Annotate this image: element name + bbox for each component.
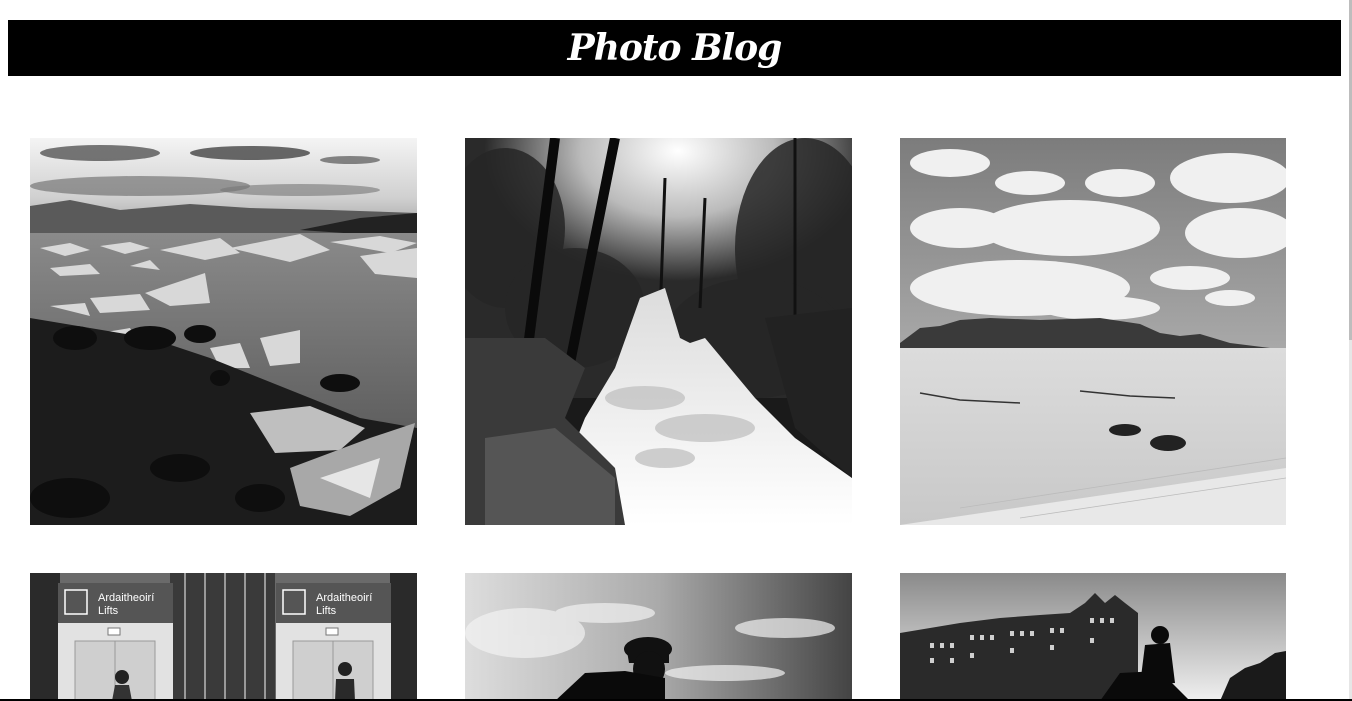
- lift-sign-english-right: Lifts: [316, 605, 337, 617]
- desert-dunes-image: [900, 138, 1286, 525]
- lift-sign-english-left: Lifts: [98, 605, 119, 617]
- site-title: Photo Blog: [567, 27, 783, 69]
- cyclist-sky-image: [465, 573, 852, 701]
- lift-sign-irish-left: Ardaitheoirí: [98, 592, 154, 604]
- photo-airport-lifts[interactable]: Ardaitheoirí Lifts Ardaitheoirí Lifts: [30, 573, 417, 701]
- forest-waterfall-image: [465, 138, 852, 525]
- photo-desert-dunes[interactable]: [900, 138, 1286, 525]
- photo-cyclist-building[interactable]: [900, 573, 1286, 701]
- site-header: Photo Blog: [8, 20, 1341, 76]
- glacier-lagoon-image: [30, 138, 417, 525]
- lift-sign-irish-right: Ardaitheoirí: [316, 592, 372, 604]
- airport-lifts-image: Ardaitheoirí Lifts Ardaitheoirí Lifts: [30, 573, 417, 701]
- page: Photo Blog Ardaitheoirí Lifts Ardaitheoi…: [0, 0, 1352, 701]
- photo-glacier-lagoon[interactable]: [30, 138, 417, 525]
- cyclist-building-image: [900, 573, 1286, 701]
- photo-forest-waterfall[interactable]: [465, 138, 852, 525]
- photo-cyclist-sky[interactable]: [465, 573, 852, 701]
